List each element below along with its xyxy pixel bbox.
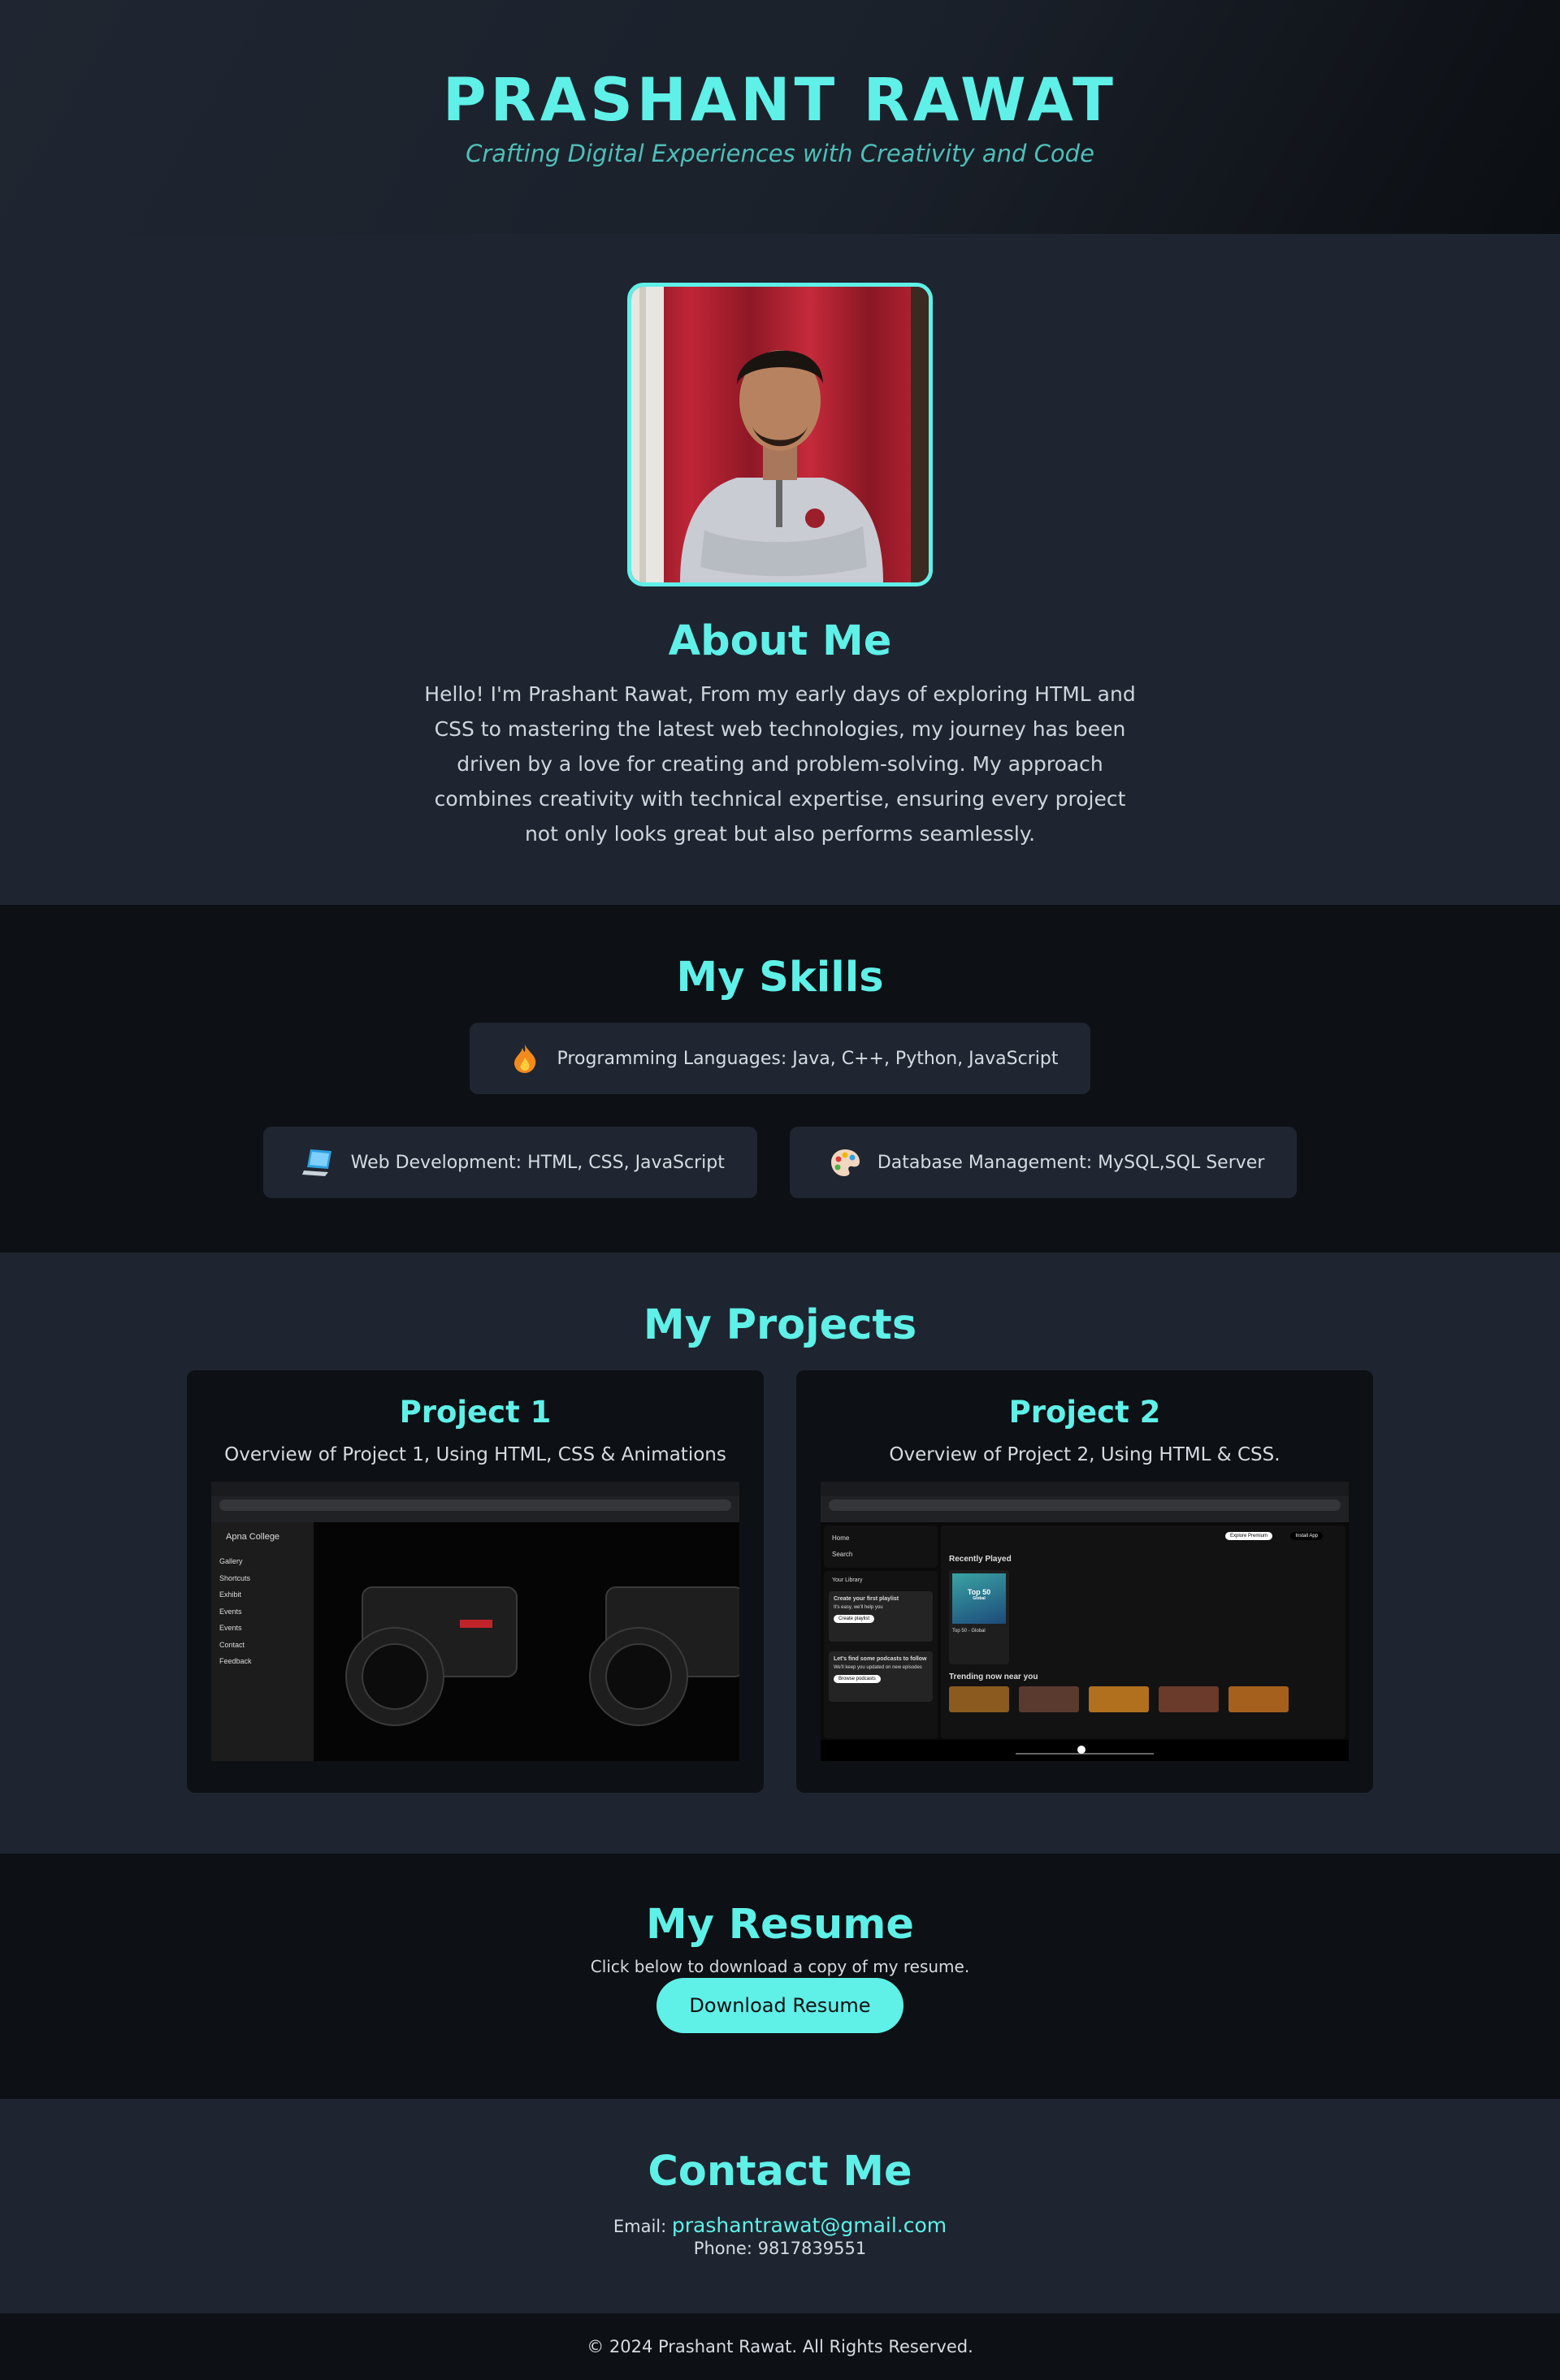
install-app-button[interactable]: Install App	[1290, 1532, 1323, 1540]
project-card-2[interactable]: Project 2 Overview of Project 2, Using H…	[796, 1370, 1373, 1793]
menu-item: Events	[219, 1624, 242, 1632]
podcast-box-title: Let's find some podcasts to follow	[834, 1656, 927, 1662]
podcast-box-sub: We'll keep you updated on new episodes	[834, 1665, 922, 1670]
laptop-icon	[301, 1146, 335, 1179]
site-tagline: Crafting Digital Experiences with Creati…	[466, 140, 1094, 167]
skills-title: My Skills	[676, 954, 884, 1002]
projects-grid: Project 1 Overview of Project 1, Using H…	[0, 1370, 1560, 1793]
contact-email-line: Email: prashantrawat@gmail.com	[0, 2213, 1560, 2237]
nav-home[interactable]: Home	[832, 1530, 930, 1547]
album-art-sub: Global	[973, 1596, 986, 1601]
browse-podcasts-button[interactable]: Browse podcasts	[834, 1675, 881, 1683]
projects-title: My Projects	[643, 1301, 917, 1349]
create-playlist-button[interactable]: Create playlist	[834, 1615, 875, 1623]
contact-title: Contact Me	[648, 2148, 912, 2196]
project-description: Overview of Project 1, Using HTML, CSS &…	[224, 1444, 726, 1465]
player-bar	[821, 1740, 1349, 1761]
menu-item: Gallery	[219, 1557, 243, 1565]
menu-item: Contact	[219, 1640, 245, 1649]
project-card-1[interactable]: Project 1 Overview of Project 1, Using H…	[187, 1370, 764, 1793]
project-title: Project 2	[1008, 1395, 1161, 1430]
project-screenshot: Home Search Your Library Create your fir…	[821, 1482, 1349, 1761]
menu-item: Shortcuts	[219, 1573, 251, 1582]
skill-card-webdev: Web Development: HTML, CSS, JavaScript	[262, 1127, 757, 1198]
menu-item: Events	[219, 1607, 242, 1616]
menu-item: Feedback	[219, 1657, 252, 1665]
palette-icon	[829, 1146, 861, 1179]
resume-title: My Resume	[645, 1901, 914, 1949]
camera-image	[314, 1522, 739, 1761]
skill-label: Programming Languages: Java, C++, Python…	[557, 1048, 1059, 1069]
project-description: Overview of Project 2, Using HTML & CSS.	[889, 1444, 1280, 1465]
album-art-title: Top 50	[967, 1588, 991, 1596]
play-icon[interactable]	[1077, 1746, 1086, 1754]
about-section: About Me Hello! I'm Prashant Rawat, From…	[0, 234, 1560, 905]
resume-section: My Resume Click below to download a copy…	[0, 1854, 1560, 2099]
album-title: Top 50 - Global	[952, 1629, 986, 1634]
site-header: PRASHANT RAWAT Crafting Digital Experien…	[0, 0, 1560, 234]
skill-label: Web Development: HTML, CSS, JavaScript	[350, 1152, 725, 1173]
site-brand: Apna College	[226, 1532, 280, 1542]
about-text: Hello! I'm Prashant Rawat, From my early…	[424, 682, 1136, 846]
site-footer: © 2024 Prashant Rawat. All Rights Reserv…	[0, 2313, 1560, 2380]
recently-played-title: Recently Played	[949, 1555, 1012, 1564]
album-art: Top 50 Global	[952, 1573, 1006, 1624]
email-label: Email:	[613, 2217, 667, 2236]
site-sidebar: Apna College Gallery Shortcuts Exhibit E…	[211, 1522, 314, 1761]
contact-section: Contact Me Email: prashantrawat@gmail.co…	[0, 2099, 1560, 2313]
project-screenshot: Apna College Gallery Shortcuts Exhibit E…	[211, 1482, 739, 1761]
projects-section: My Projects Project 1 Overview of Projec…	[0, 1253, 1560, 1854]
skills-grid: Programming Languages: Java, C++, Python…	[211, 1023, 1349, 1198]
playlist-box-title: Create your first playlist	[834, 1596, 899, 1602]
album-card[interactable]: Top 50 Global Top 50 - Global	[949, 1570, 1009, 1664]
trending-row	[949, 1686, 1337, 1712]
fire-icon	[509, 1042, 541, 1075]
email-link[interactable]: prashantrawat@gmail.com	[672, 2213, 947, 2237]
menu-item: Exhibit	[219, 1590, 242, 1599]
playlist-box-sub: It's easy, we'll help you	[834, 1605, 883, 1610]
site-title: PRASHANT RAWAT	[443, 66, 1117, 135]
nav-search[interactable]: Search	[832, 1547, 930, 1563]
explore-premium-button[interactable]: Explore Premium	[1224, 1532, 1272, 1540]
profile-photo-image	[631, 287, 929, 582]
library-title: Your Library	[832, 1577, 863, 1583]
skill-label: Database Management: MySQL,SQL Server	[877, 1152, 1265, 1173]
spotify-nav: Home Search	[824, 1525, 938, 1568]
podcast-box: Let's find some podcasts to follow We'll…	[829, 1651, 933, 1702]
resume-text: Click below to download a copy of my res…	[590, 1957, 970, 1976]
site-menu: Gallery Shortcuts Exhibit Events Events …	[219, 1553, 306, 1670]
skills-section: My Skills Programming Languages: Java, C…	[0, 905, 1560, 1253]
browser-chrome	[821, 1482, 1349, 1522]
project-title: Project 1	[399, 1395, 552, 1430]
skill-card-database: Database Management: MySQL,SQL Server	[789, 1127, 1298, 1198]
footer-text: © 2024 Prashant Rawat. All Rights Reserv…	[587, 2337, 973, 2356]
about-title: About Me	[668, 617, 892, 665]
contact-phone: Phone: 9817839551	[693, 2239, 867, 2258]
playlist-box: Create your first playlist It's easy, we…	[829, 1591, 933, 1642]
spotify-main: Explore Premium Install App Recently Pla…	[941, 1525, 1346, 1738]
browser-chrome	[211, 1482, 739, 1522]
spotify-library: Your Library Create your first playlist …	[824, 1571, 938, 1738]
download-resume-button[interactable]: Download Resume	[656, 1978, 904, 2033]
trending-title: Trending now near you	[949, 1672, 1038, 1681]
skill-card-programming: Programming Languages: Java, C++, Python…	[469, 1023, 1091, 1094]
profile-photo	[627, 283, 933, 586]
